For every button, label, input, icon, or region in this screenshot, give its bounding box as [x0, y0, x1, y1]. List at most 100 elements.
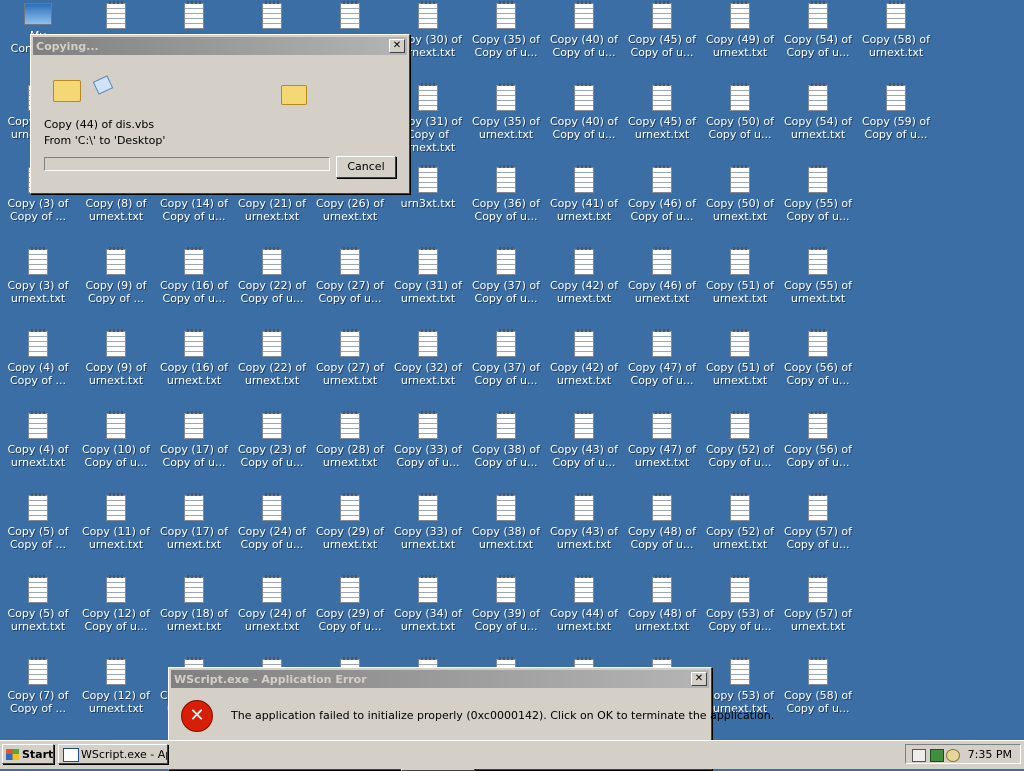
copy-dialog-close-button[interactable]: ✕ — [389, 39, 405, 53]
text-document-icon — [808, 411, 828, 439]
desktop-icon-text-file[interactable]: Copy (41) of urnext.txt — [547, 165, 621, 223]
desktop-icon-text-file[interactable]: Copy (53) of Copy of u... — [703, 575, 777, 633]
desktop-icon-text-file[interactable]: Copy (5) of Copy of ... — [1, 493, 75, 551]
desktop-icon-text-file[interactable]: Copy (28) of urnext.txt — [313, 411, 387, 469]
desktop-icon-label: Copy (46) of urnext.txt — [627, 279, 697, 305]
desktop-icon-text-file[interactable]: Copy (27) of urnext.txt — [313, 329, 387, 387]
desktop-icon-text-file[interactable]: Copy (44) of urnext.txt — [547, 575, 621, 633]
desktop-icon-text-file[interactable]: Copy (55) of Copy of u... — [781, 165, 855, 223]
desktop-icon-text-file[interactable]: Copy (46) of urnext.txt — [625, 247, 699, 305]
desktop-icon-label: Copy (57) of urnext.txt — [783, 607, 853, 633]
desktop-icon-text-file[interactable]: Copy (54) of Copy of u... — [781, 1, 855, 59]
desktop-icon-text-file[interactable]: Copy (7) of Copy of ... — [1, 657, 75, 715]
desktop-icon-text-file[interactable]: Copy (32) of urnext.txt — [391, 329, 465, 387]
desktop-icon-text-file[interactable]: Copy (16) of urnext.txt — [157, 329, 231, 387]
desktop-icon-text-file[interactable]: Copy (29) of urnext.txt — [313, 493, 387, 551]
desktop-icon-text-file[interactable]: Copy (54) of urnext.txt — [781, 83, 855, 141]
desktop-icon-text-file[interactable]: Copy (33) of urnext.txt — [391, 493, 465, 551]
desktop-icon-text-file[interactable]: Copy (24) of Copy of u... — [235, 493, 309, 551]
network-icon[interactable] — [930, 749, 944, 762]
desktop-icon-text-file[interactable]: Copy (17) of urnext.txt — [157, 493, 231, 551]
text-document-icon — [730, 575, 750, 603]
desktop-icon-text-file[interactable]: Copy (12) of urnext.txt — [79, 657, 153, 715]
desktop-icon-text-file[interactable]: Copy (22) of Copy of u... — [235, 247, 309, 305]
desktop-icon-text-file[interactable]: Copy (40) of Copy of u... — [547, 83, 621, 141]
desktop-icon-text-file[interactable]: Copy (45) of Copy of u... — [625, 1, 699, 59]
desktop-icon-text-file[interactable]: Copy (50) of Copy of u... — [703, 83, 777, 141]
desktop-icon-text-file[interactable]: Copy (48) of urnext.txt — [625, 575, 699, 633]
desktop-icon-text-file[interactable]: Copy (16) of Copy of u... — [157, 247, 231, 305]
desktop-icon-text-file[interactable]: Copy (11) of urnext.txt — [79, 493, 153, 551]
desktop-icon-text-file[interactable]: Copy (36) of Copy of u... — [469, 165, 543, 223]
desktop-icon-text-file[interactable]: Copy (38) of Copy of u... — [469, 411, 543, 469]
desktop-icon-text-file[interactable]: Copy (35) of Copy of u... — [469, 1, 543, 59]
desktop-icon-label: Copy (35) of Copy of u... — [471, 33, 541, 59]
taskbar-item-wscript[interactable]: WScript.exe - Application Error — [58, 744, 168, 764]
desktop-icon-text-file[interactable]: Copy (9) of urnext.txt — [79, 329, 153, 387]
desktop-icon-text-file[interactable]: Copy (29) of Copy of u... — [313, 575, 387, 633]
desktop-icon-text-file[interactable]: Copy (23) of Copy of u... — [235, 411, 309, 469]
copy-dialog-titlebar[interactable]: Copying... ✕ — [33, 37, 407, 55]
desktop-icon-text-file[interactable]: Copy (27) of Copy of u... — [313, 247, 387, 305]
text-document-icon — [28, 575, 48, 603]
desktop-icon-text-file[interactable]: Copy (51) of urnext.txt — [703, 329, 777, 387]
desktop-icon-text-file[interactable]: Copy (17) of Copy of u... — [157, 411, 231, 469]
desktop-icon-text-file[interactable]: Copy (22) of urnext.txt — [235, 329, 309, 387]
desktop-icon-text-file[interactable]: Copy (37) of Copy of u... — [469, 329, 543, 387]
desktop-icon-label: Copy (24) of urnext.txt — [237, 607, 307, 633]
desktop-icon-text-file[interactable]: Copy (12) of Copy of u... — [79, 575, 153, 633]
desktop-icon-text-file[interactable]: Copy (51) of urnext.txt — [703, 247, 777, 305]
desktop-icon-text-file[interactable]: Copy (50) of urnext.txt — [703, 165, 777, 223]
desktop-icon-text-file[interactable]: Copy (59) of Copy of u... — [859, 83, 933, 141]
desktop-icon-text-file[interactable]: Copy (55) of urnext.txt — [781, 247, 855, 305]
desktop-icon-text-file[interactable]: Copy (31) of urnext.txt — [391, 247, 465, 305]
desktop-icon-text-file[interactable]: Copy (4) of urnext.txt — [1, 411, 75, 469]
desktop-icon-text-file[interactable]: Copy (10) of Copy of u... — [79, 411, 153, 469]
desktop-icon-text-file[interactable]: Copy (33) of Copy of u... — [391, 411, 465, 469]
desktop-icon-text-file[interactable]: Copy (39) of Copy of u... — [469, 575, 543, 633]
desktop-icon-text-file[interactable]: Copy (42) of urnext.txt — [547, 329, 621, 387]
start-button[interactable]: Start — [2, 744, 54, 764]
desktop-icon-text-file[interactable]: Copy (53) of urnext.txt — [703, 657, 777, 715]
desktop-icon-text-file[interactable]: Copy (38) of urnext.txt — [469, 493, 543, 551]
desktop-icon-text-file[interactable]: Copy (52) of Copy of u... — [703, 411, 777, 469]
desktop-icon-text-file[interactable]: Copy (46) of Copy of u... — [625, 165, 699, 223]
desktop-icon-text-file[interactable]: Copy (56) of Copy of u... — [781, 329, 855, 387]
desktop-icon-text-file[interactable]: Copy (58) of urnext.txt — [859, 1, 933, 59]
desktop-icon-text-file[interactable]: Copy (58) of Copy of u... — [781, 657, 855, 715]
keyboard-icon[interactable] — [912, 749, 926, 762]
text-document-icon — [184, 411, 204, 439]
desktop-icon-text-file[interactable]: Copy (37) of Copy of u... — [469, 247, 543, 305]
desktop-icon-text-file[interactable]: Copy (49) of urnext.txt — [703, 1, 777, 59]
desktop-icon-text-file[interactable]: Copy (57) of Copy of u... — [781, 493, 855, 551]
desktop-icon-text-file[interactable]: Copy (34) of urnext.txt — [391, 575, 465, 633]
error-dialog-titlebar[interactable]: WScript.exe - Application Error ✕ — [171, 670, 709, 688]
text-document-icon — [340, 1, 360, 29]
desktop-icon-text-file[interactable]: Copy (52) of urnext.txt — [703, 493, 777, 551]
desktop-icon-text-file[interactable]: Copy (45) of urnext.txt — [625, 83, 699, 141]
desktop-icon-text-file[interactable]: Copy (24) of urnext.txt — [235, 575, 309, 633]
desktop-icon-text-file[interactable]: Copy (18) of urnext.txt — [157, 575, 231, 633]
text-document-icon — [652, 165, 672, 193]
text-document-icon — [340, 329, 360, 357]
desktop-icon-text-file[interactable]: Copy (48) of Copy of u... — [625, 493, 699, 551]
speaker-icon[interactable] — [946, 749, 960, 762]
desktop-icon-text-file[interactable]: Copy (47) of Copy of u... — [625, 329, 699, 387]
desktop-icon-text-file[interactable]: Copy (43) of urnext.txt — [547, 493, 621, 551]
desktop-icon-text-file[interactable]: Copy (35) of urnext.txt — [469, 83, 543, 141]
desktop-icon-text-file[interactable]: Copy (43) of Copy of u... — [547, 411, 621, 469]
desktop-icon-label: Copy (33) of Copy of u... — [393, 443, 463, 469]
error-dialog-close-button[interactable]: ✕ — [691, 672, 707, 686]
desktop-icon-text-file[interactable]: Copy (57) of urnext.txt — [781, 575, 855, 633]
desktop-icon-text-file[interactable]: Copy (3) of urnext.txt — [1, 247, 75, 305]
desktop-icon-text-file[interactable]: Copy (4) of Copy of ... — [1, 329, 75, 387]
desktop-icon-text-file[interactable]: Copy (9) of Copy of ... — [79, 247, 153, 305]
desktop-icon-text-file[interactable]: Copy (5) of urnext.txt — [1, 575, 75, 633]
desktop-icon-text-file[interactable]: Copy (56) of Copy of u... — [781, 411, 855, 469]
cancel-button[interactable]: Cancel — [336, 156, 396, 178]
text-document-icon — [574, 411, 594, 439]
desktop-icon-text-file[interactable]: Copy (47) of urnext.txt — [625, 411, 699, 469]
desktop-icon-text-file[interactable]: Copy (40) of Copy of u... — [547, 1, 621, 59]
text-document-icon — [496, 83, 516, 111]
desktop-icon-text-file[interactable]: Copy (42) of urnext.txt — [547, 247, 621, 305]
